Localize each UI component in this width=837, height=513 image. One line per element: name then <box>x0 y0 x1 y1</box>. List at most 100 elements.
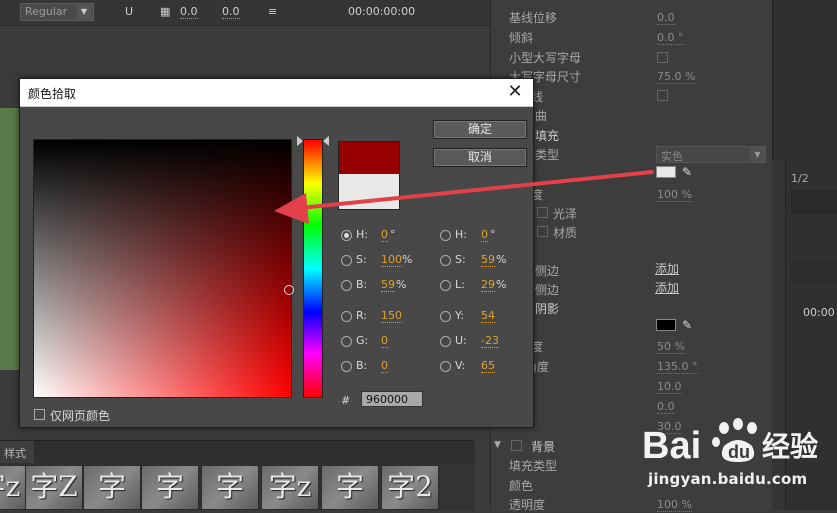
radio-hue[interactable] <box>341 230 352 241</box>
radio-red[interactable] <box>341 311 352 322</box>
field-label: U: <box>455 334 467 347</box>
radio-brightness[interactable] <box>341 280 352 291</box>
chevron-down-icon: ▼ <box>77 5 91 19</box>
close-icon[interactable]: ✕ <box>505 82 525 102</box>
style-thumb[interactable]: 字Z <box>25 465 83 510</box>
triangle-down-icon[interactable]: ▼ <box>494 440 501 450</box>
eyedropper-icon[interactable]: ✎ <box>682 318 696 332</box>
hue-slider-arrow-icon[interactable] <box>323 136 329 146</box>
eyedropper-icon[interactable]: ✎ <box>682 165 696 179</box>
ok-button[interactable]: 确定 <box>433 120 527 139</box>
background-section-header: 背景 <box>531 440 556 454</box>
prop-value[interactable]: 135.0 ° <box>657 360 698 374</box>
dialog-title: 颜色拾取 <box>28 87 77 101</box>
radio-lightness[interactable] <box>440 280 451 291</box>
prop-value[interactable]: 0.0 <box>657 11 675 25</box>
field-label: H: <box>455 228 467 241</box>
field-unit: % <box>496 253 507 266</box>
underline-button[interactable]: U <box>125 5 133 18</box>
title-designer-app: Regular ▼ U ▦ 0.0 0.0 ≡ 00:00:00:00 样式 字… <box>0 0 837 512</box>
radio-saturation[interactable] <box>341 255 352 266</box>
prop-value[interactable]: 75.0 % <box>657 70 696 84</box>
font-style-value: Regular <box>25 5 68 18</box>
saturation-brightness-field[interactable] <box>33 139 292 398</box>
timeline-timecode[interactable]: 00:00 <box>803 306 835 319</box>
styles-tab[interactable]: 样式 <box>0 441 34 463</box>
hex-input[interactable] <box>361 391 423 407</box>
style-thumb[interactable]: 字 <box>141 465 199 510</box>
hue-input[interactable]: 0 <box>381 228 388 242</box>
font-style-select[interactable]: Regular ▼ <box>20 3 94 21</box>
fill-color-swatch[interactable] <box>656 166 676 178</box>
fill-section-header: 填充 <box>535 129 560 143</box>
style-thumb[interactable]: 字 <box>321 465 379 510</box>
style-thumb[interactable]: 字z <box>0 465 28 510</box>
fill-type-value: 实色 <box>661 150 683 163</box>
timecode[interactable]: 00:00:00:00 <box>348 5 415 18</box>
v-input[interactable]: 65 <box>481 359 495 373</box>
add-outer-stroke-link[interactable]: 添加 <box>655 279 679 296</box>
prop-value[interactable]: 10.0 <box>657 380 682 394</box>
baidu-watermark-logo: Bai du 经验 <box>642 418 818 467</box>
lightness-input[interactable]: 29 <box>481 278 495 292</box>
field-label: B: <box>356 359 368 372</box>
style-thumb[interactable]: 字 <box>83 465 141 510</box>
original-color-preview[interactable] <box>338 174 400 210</box>
prop-value[interactable]: 0.0 <box>657 400 675 414</box>
blue-input[interactable]: 0 <box>381 359 388 373</box>
radio-green[interactable] <box>341 336 352 347</box>
style-thumb[interactable]: 字 <box>201 465 259 510</box>
background-checkbox[interactable] <box>511 440 522 451</box>
cancel-button[interactable]: 取消 <box>433 148 527 167</box>
field-label: V: <box>455 359 466 372</box>
kerning-value[interactable]: 0.0 <box>180 5 198 19</box>
prop-label: 光泽 <box>553 207 578 221</box>
y-input[interactable]: 54 <box>481 309 495 323</box>
sheen-checkbox[interactable] <box>537 207 548 218</box>
baseline-icon: ≡ <box>268 5 278 18</box>
radio-hsl-hue[interactable] <box>440 230 451 241</box>
small-caps-checkbox[interactable] <box>657 52 668 63</box>
field-label: R: <box>356 309 368 322</box>
prop-value[interactable]: 100 % <box>657 188 692 202</box>
style-thumb[interactable]: 字2 <box>381 465 439 510</box>
saturation-input[interactable]: 100 <box>381 253 402 267</box>
field-label: L: <box>455 278 465 291</box>
new-color-preview <box>338 141 400 174</box>
prop-label: 侧边 <box>535 283 560 297</box>
radio-y[interactable] <box>440 311 451 322</box>
shadow-color-swatch[interactable] <box>656 319 676 331</box>
prop-label: 材质 <box>553 226 578 240</box>
zoom-ratio[interactable]: 1/2 <box>791 172 809 185</box>
brightness-input[interactable]: 59 <box>381 278 395 292</box>
monitor-strip <box>791 190 837 214</box>
style-thumb[interactable]: 字z <box>261 465 319 510</box>
texture-checkbox[interactable] <box>537 226 548 237</box>
hue-slider[interactable] <box>303 139 323 398</box>
hsl-hue-input[interactable]: 0 <box>481 228 488 242</box>
field-unit: ° <box>390 228 396 241</box>
radio-v[interactable] <box>440 361 451 372</box>
radio-blue[interactable] <box>341 361 352 372</box>
tracking-icon: ▦ <box>160 5 171 18</box>
add-inner-stroke-link[interactable]: 添加 <box>655 260 679 277</box>
prop-label: 类型 <box>535 148 560 162</box>
red-input[interactable]: 150 <box>381 309 402 323</box>
field-label: Y: <box>455 309 464 322</box>
radio-u[interactable] <box>440 336 451 347</box>
u-input[interactable]: -23 <box>481 334 499 348</box>
color-cursor[interactable] <box>284 285 294 295</box>
green-input[interactable]: 0 <box>381 334 388 348</box>
fill-type-select[interactable]: 实色 ▼ <box>656 146 766 163</box>
hsl-saturation-input[interactable]: 59 <box>481 253 495 267</box>
field-label: G: <box>356 334 369 347</box>
field-label: B: <box>356 278 368 291</box>
watermark-url: jingyan.baidu.com <box>648 470 808 488</box>
prop-value[interactable]: 50 % <box>657 340 685 354</box>
timeline-header <box>791 262 837 282</box>
underline-checkbox[interactable] <box>657 90 668 101</box>
leading-value[interactable]: 0.0 <box>222 5 240 19</box>
web-colors-only-checkbox[interactable] <box>34 409 45 420</box>
prop-value[interactable]: 0.0 ° <box>657 31 684 45</box>
radio-hsl-saturation[interactable] <box>440 255 451 266</box>
